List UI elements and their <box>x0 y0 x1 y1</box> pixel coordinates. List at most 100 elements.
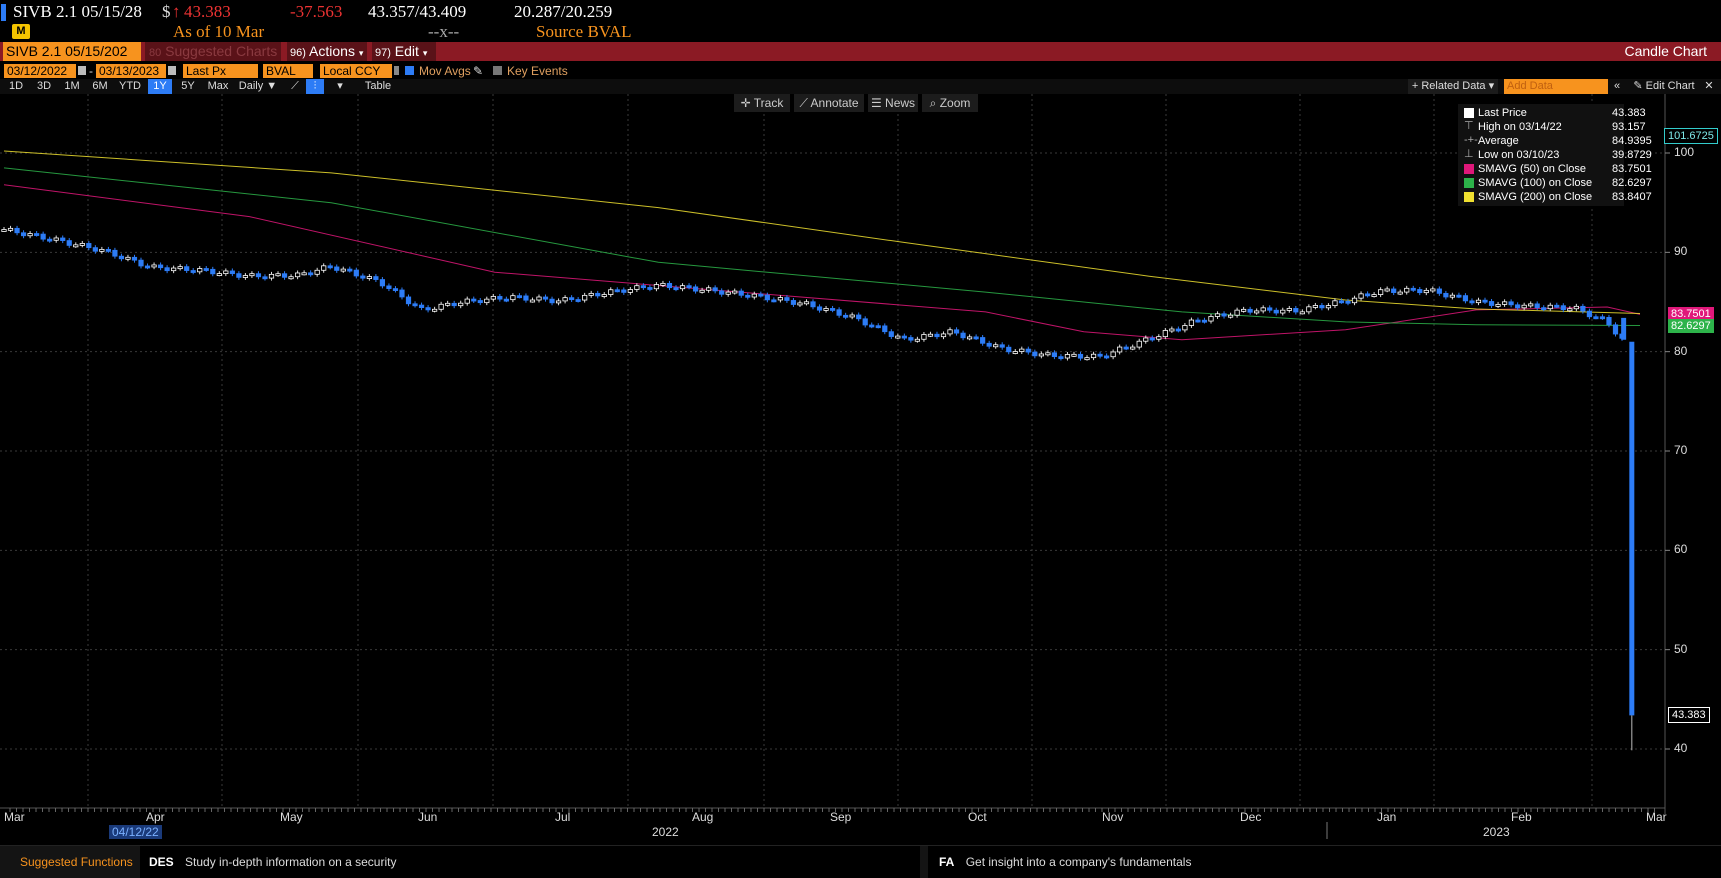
legend-swatch <box>1464 164 1474 174</box>
y-tick-label: 70 <box>1674 443 1688 457</box>
candle-up <box>366 276 372 279</box>
security-field[interactable]: SIVB 2.1 05/15/202 <box>3 42 141 61</box>
dropdown-arrow-icon[interactable] <box>394 66 399 75</box>
candle-down <box>1469 300 1475 304</box>
candle-up <box>268 273 275 279</box>
candle-down <box>1338 300 1345 304</box>
msg-icon[interactable]: M <box>12 24 30 39</box>
price-source: Source BVAL <box>536 22 632 41</box>
candle-down <box>595 292 601 297</box>
candle-down <box>843 314 849 318</box>
mov-avgs-label: Mov Avgs <box>419 64 471 78</box>
candle-down <box>973 336 979 340</box>
candle-down <box>1534 303 1540 309</box>
sma-line-50 <box>3 184 1641 341</box>
candle-up <box>458 302 464 307</box>
chevron-down-icon[interactable]: ▾ <box>334 79 346 94</box>
period-3d[interactable]: 3D <box>32 79 56 94</box>
candle-up <box>993 344 999 348</box>
candle-down <box>1560 305 1566 311</box>
candle-down <box>477 300 483 304</box>
period-1m[interactable]: 1M <box>60 79 84 94</box>
period-5y[interactable]: 5Y <box>176 79 200 94</box>
candle-down <box>503 298 509 302</box>
calendar-icon[interactable] <box>168 66 176 75</box>
zoom-button[interactable]: ⌕ Zoom <box>922 94 978 112</box>
candle-down <box>829 308 836 311</box>
candle-up <box>484 298 490 304</box>
legend-swatch <box>1464 192 1474 202</box>
table-button[interactable]: Table <box>358 79 398 94</box>
separator: --x-- <box>428 22 460 41</box>
field-select[interactable]: Last Px <box>183 64 258 78</box>
pencil-icon[interactable]: ✎ <box>473 64 483 78</box>
price-chart[interactable] <box>0 94 1721 845</box>
candle-down <box>1267 307 1273 311</box>
related-data-button[interactable]: + Related Data ▾ <box>1408 79 1498 94</box>
candle-down <box>40 233 46 240</box>
collapse-icon[interactable]: « <box>1610 79 1624 94</box>
line-chart-icon[interactable]: ⟋ <box>288 79 302 94</box>
candle-up <box>7 227 14 231</box>
candle-up <box>223 270 229 274</box>
candle-down <box>934 333 940 338</box>
candle-up <box>562 297 568 302</box>
candle-down <box>386 285 392 289</box>
candle-up <box>275 273 281 277</box>
mov-avgs-checkbox[interactable] <box>405 66 414 75</box>
track-button[interactable]: ✛ Track <box>734 94 790 112</box>
key-events-checkbox[interactable] <box>493 66 502 75</box>
edit-chart-button[interactable]: ✎ Edit Chart <box>1626 79 1702 94</box>
period-1y[interactable]: 1Y <box>148 79 172 94</box>
edit-menu[interactable]: 97) Edit ▾ <box>372 42 436 61</box>
fa-function-link[interactable]: FA Get insight into a company's fundamen… <box>928 846 1721 878</box>
annotate-button[interactable]: ⟋ Annotate <box>794 94 864 112</box>
candle-up <box>1214 313 1221 317</box>
candle-down <box>999 344 1005 348</box>
candle-down <box>14 227 20 234</box>
candle-down <box>66 240 72 246</box>
candle-down <box>373 276 379 280</box>
start-date-field[interactable]: 03/12/2022 <box>4 64 76 78</box>
close-icon[interactable]: ✕ <box>1702 79 1716 94</box>
period-ytd[interactable]: YTD <box>116 79 144 94</box>
x-tick-label: Jul <box>555 810 571 824</box>
actions-menu[interactable]: 96) Actions ▾ <box>287 42 367 61</box>
candle-down <box>92 247 98 252</box>
period-1d[interactable]: 1D <box>4 79 28 94</box>
end-date-field[interactable]: 03/13/2023 <box>96 64 166 78</box>
candle-up <box>627 289 633 293</box>
candle-up <box>588 292 594 296</box>
add-data-input[interactable]: Add Data <box>1504 79 1608 94</box>
security-marker <box>1 4 6 21</box>
y-tick-label: 50 <box>1674 641 1688 656</box>
source-select[interactable]: BVAL <box>263 64 313 78</box>
candle-down <box>144 265 151 269</box>
candle-down <box>953 329 960 334</box>
candle-up <box>432 308 438 312</box>
x-tick-label: Dec <box>1240 810 1262 824</box>
candle-up <box>1306 306 1312 313</box>
frequency-select[interactable]: Daily ▼ <box>236 79 280 94</box>
candle-down <box>1247 308 1253 313</box>
news-button[interactable]: ☰ News <box>868 94 918 112</box>
candle-up <box>464 298 470 304</box>
candle-up <box>706 287 712 291</box>
ticker[interactable]: SIVB 2.1 05/15/28 <box>13 2 142 22</box>
candle-down <box>405 296 412 305</box>
candle-up <box>1045 352 1051 356</box>
candle-up <box>1182 325 1188 331</box>
candle-chart-icon[interactable]: ⫶ <box>306 79 324 94</box>
des-function-link[interactable]: DES Study in-depth information on a secu… <box>140 846 920 878</box>
period-max[interactable]: Max <box>204 79 232 94</box>
candle-up <box>725 291 731 295</box>
candle-down <box>1482 299 1488 303</box>
candle-down <box>118 255 125 260</box>
candle-down <box>692 286 699 292</box>
candle-up <box>1521 304 1527 309</box>
period-6m[interactable]: 6M <box>88 79 112 94</box>
suggested-charts-button[interactable]: 80 Suggested Charts <box>145 42 281 61</box>
currency-select[interactable]: Local CCY <box>320 64 392 78</box>
calendar-icon[interactable] <box>78 66 86 75</box>
candle-up <box>699 289 705 293</box>
